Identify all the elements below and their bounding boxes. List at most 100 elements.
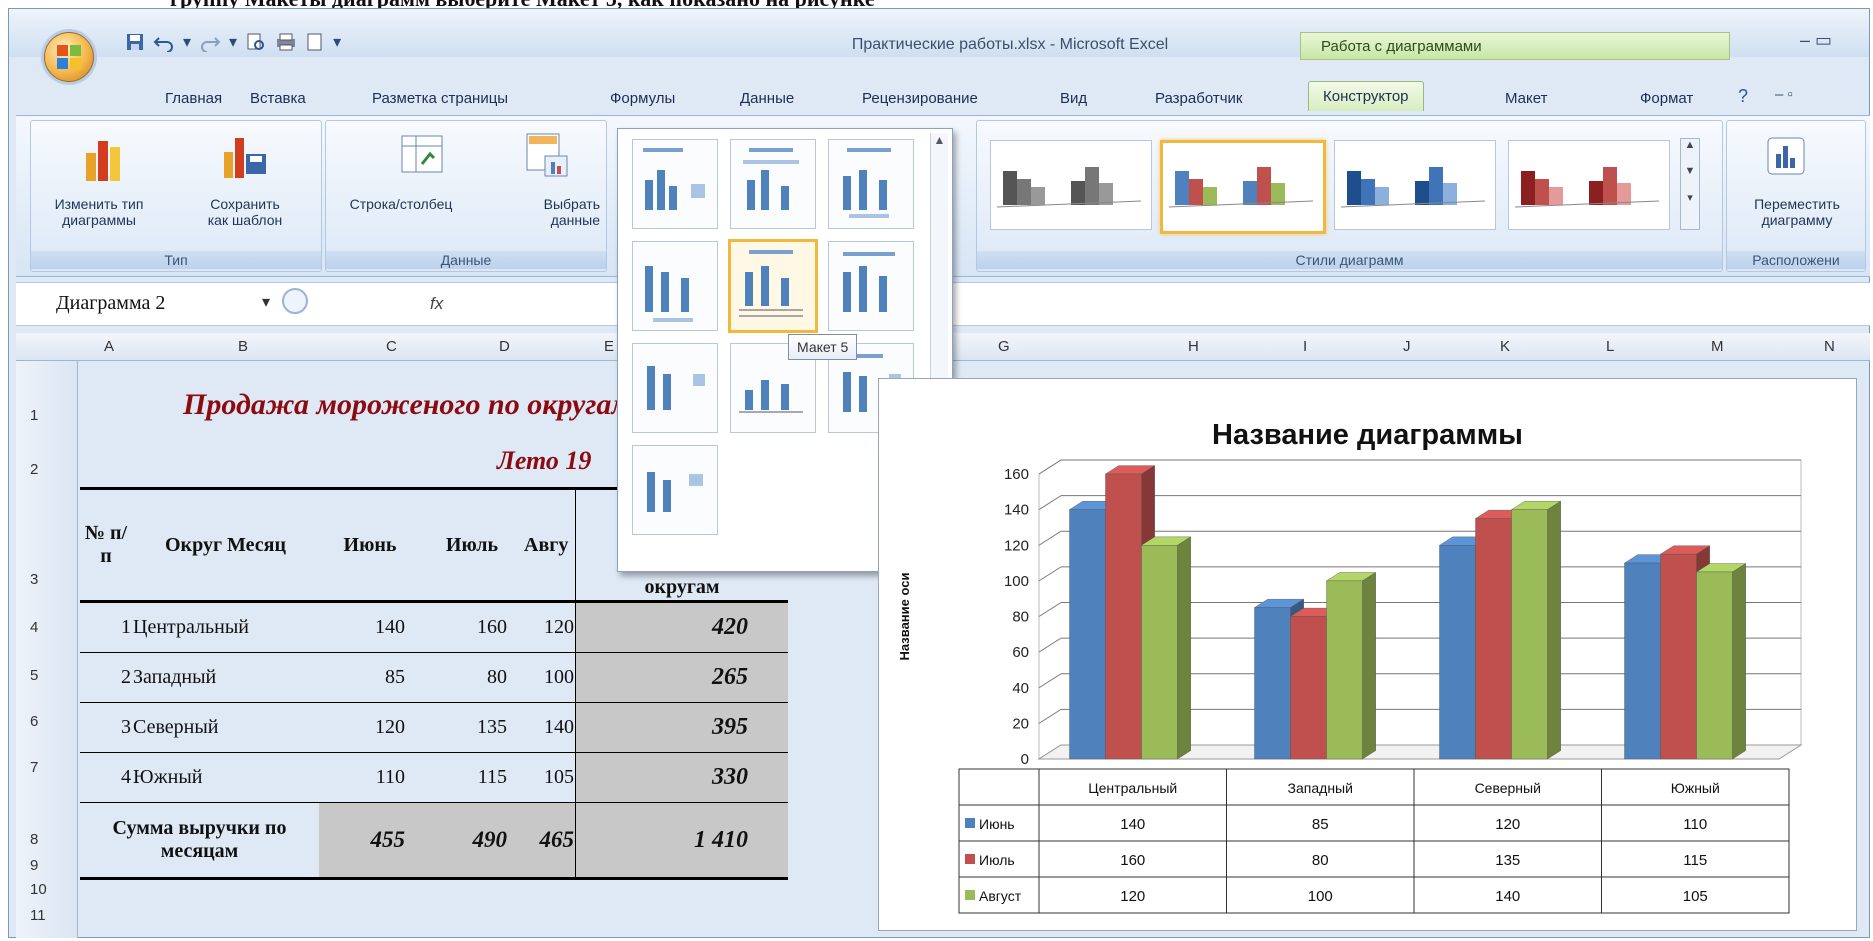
office-button[interactable] <box>44 32 94 82</box>
row-header-11[interactable]: 11 <box>30 907 46 924</box>
switch-row-column-button[interactable]: Строка/столбец <box>336 196 466 212</box>
undo-dropdown-icon[interactable]: ▾ <box>183 32 191 52</box>
tab-view[interactable]: Вид <box>1060 90 1087 107</box>
row-header-1[interactable]: 1 <box>30 407 38 424</box>
tab-insert[interactable]: Вставка <box>250 90 306 107</box>
styles-scroll-up-icon[interactable]: ▲ <box>1681 139 1699 151</box>
sum-july[interactable]: 490 <box>421 802 523 879</box>
chart-layout-2[interactable] <box>730 139 816 229</box>
row-header-6[interactable]: 6 <box>30 713 38 730</box>
select-data-button[interactable]: Выбрать данные <box>480 196 600 228</box>
row-header-5[interactable]: 5 <box>30 667 38 684</box>
sum-label[interactable]: Сумма выручки по месяцам <box>80 803 319 879</box>
row-num[interactable]: 1 <box>80 602 132 653</box>
tab-home[interactable]: Главная <box>165 90 222 107</box>
row-aug[interactable]: 120 <box>523 602 576 653</box>
chart-layout-7[interactable] <box>632 343 718 433</box>
change-chart-type-button[interactable]: Изменить тип диаграммы <box>34 196 164 228</box>
row-july[interactable]: 80 <box>421 653 523 703</box>
formula-bar-expand-icon[interactable] <box>282 288 308 314</box>
header-june[interactable]: Июнь <box>319 489 421 602</box>
print-preview-icon[interactable] <box>245 32 267 52</box>
row-header-7[interactable]: 7 <box>30 759 38 776</box>
row-total[interactable]: 420 <box>575 601 788 653</box>
tab-data[interactable]: Данные <box>740 90 794 107</box>
row-july[interactable]: 115 <box>421 753 523 803</box>
row-header-3[interactable]: 3 <box>30 571 38 588</box>
column-header-j[interactable]: J <box>1403 338 1411 355</box>
tab-page-layout[interactable]: Разметка страницы <box>372 90 508 107</box>
save-icon[interactable] <box>125 32 145 52</box>
column-header-l[interactable]: L <box>1606 338 1614 355</box>
tab-format[interactable]: Формат <box>1640 90 1693 107</box>
tab-layout[interactable]: Макет <box>1505 90 1547 107</box>
chart-layout-6[interactable] <box>828 241 914 331</box>
row-july[interactable]: 135 <box>421 703 523 753</box>
redo-dropdown-icon[interactable]: ▾ <box>229 32 237 52</box>
chart-layout-4[interactable] <box>632 241 718 331</box>
column-header-k[interactable]: K <box>1500 338 1510 355</box>
column-header-i[interactable]: I <box>1303 338 1307 355</box>
column-header-a[interactable]: A <box>104 338 114 355</box>
window-controls[interactable]: – ▭ <box>1800 30 1832 51</box>
move-chart-button[interactable]: Переместить диаграмму <box>1734 196 1860 228</box>
header-aug[interactable]: Авгу <box>523 489 576 602</box>
column-header-m[interactable]: M <box>1711 338 1724 355</box>
chart-style-2[interactable] <box>1160 140 1326 234</box>
row-header-2[interactable]: 2 <box>30 461 38 478</box>
row-district[interactable]: Южный <box>132 753 319 803</box>
chart-layout-1[interactable] <box>632 139 718 229</box>
row-district[interactable]: Северный <box>132 703 319 753</box>
sum-aug[interactable]: 465 <box>523 802 576 879</box>
sum-total[interactable]: 1 410 <box>575 802 788 879</box>
row-num[interactable]: 2 <box>80 653 132 703</box>
gallery-scroll-up-icon[interactable]: ▲ <box>931 133 948 147</box>
sum-june[interactable]: 455 <box>319 802 421 879</box>
fx-icon[interactable]: fx <box>430 294 443 314</box>
column-header-g[interactable]: G <box>998 338 1010 355</box>
row-num[interactable]: 3 <box>80 703 132 753</box>
row-num[interactable]: 4 <box>80 753 132 803</box>
chart-layout-10[interactable] <box>632 445 718 535</box>
tab-formulas[interactable]: Формулы <box>610 90 675 107</box>
chart-area[interactable]: Название диаграммы 0 20 40 60 80 100 120 140 160… <box>878 378 1857 931</box>
row-aug[interactable]: 140 <box>523 703 576 753</box>
styles-scroll-buttons[interactable]: ▲ ▼ ▾ <box>1680 138 1700 230</box>
column-header-h[interactable]: H <box>1188 338 1199 355</box>
ribbon-window-controls[interactable]: – ▫ <box>1775 86 1793 103</box>
column-header-d[interactable]: D <box>499 338 510 355</box>
row-total[interactable]: 395 <box>575 702 788 753</box>
styles-scroll-down-icon[interactable]: ▼ <box>1681 165 1699 177</box>
column-header-b[interactable]: B <box>238 338 248 355</box>
row-header-10[interactable]: 10 <box>30 881 47 898</box>
row-total[interactable]: 265 <box>575 652 788 703</box>
styles-more-icon[interactable]: ▾ <box>1681 191 1699 204</box>
chart-style-1[interactable] <box>990 140 1152 230</box>
column-header-c[interactable]: C <box>386 338 397 355</box>
chart-layout-5[interactable] <box>728 239 818 333</box>
header-num[interactable]: № п/п <box>80 489 132 602</box>
open-icon[interactable] <box>305 32 325 52</box>
row-header-8[interactable]: 8 <box>30 831 38 848</box>
row-june[interactable]: 140 <box>319 602 421 653</box>
help-icon[interactable]: ? <box>1738 86 1748 107</box>
row-district[interactable]: Западный <box>132 653 319 703</box>
header-district[interactable]: Округ Месяц <box>132 489 319 602</box>
name-box[interactable]: Диаграмма 2 <box>56 292 165 315</box>
header-july[interactable]: Июль <box>421 489 523 602</box>
row-district[interactable]: Центральный <box>132 602 319 653</box>
chart-style-4[interactable] <box>1508 140 1670 230</box>
redo-icon[interactable] <box>199 32 221 52</box>
chart-style-3[interactable] <box>1334 140 1496 230</box>
undo-icon[interactable] <box>153 32 175 52</box>
tab-review[interactable]: Рецензирование <box>862 90 978 107</box>
column-header-e[interactable]: E <box>604 338 614 355</box>
tab-developer[interactable]: Разработчик <box>1155 90 1242 107</box>
print-icon[interactable] <box>275 32 297 52</box>
name-box-dropdown-icon[interactable]: ▾ <box>262 292 270 312</box>
row-june[interactable]: 85 <box>319 653 421 703</box>
row-june[interactable]: 120 <box>319 703 421 753</box>
row-total[interactable]: 330 <box>575 752 788 803</box>
row-june[interactable]: 110 <box>319 753 421 803</box>
save-as-template-button[interactable]: Сохранить как шаблон <box>180 196 310 228</box>
